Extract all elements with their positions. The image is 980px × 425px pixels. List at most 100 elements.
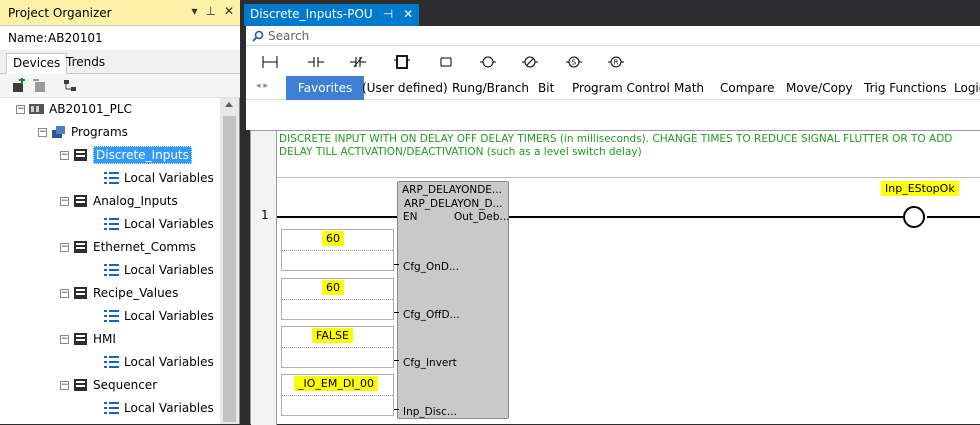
pou-icon xyxy=(74,241,87,253)
collapse-icon[interactable]: − xyxy=(60,380,69,390)
panel-title: Project Organizer xyxy=(8,6,112,20)
collapse-icon[interactable]: − xyxy=(60,288,69,298)
set-coil-icon[interactable]: S xyxy=(566,54,582,70)
scroll-up-icon[interactable] xyxy=(225,102,233,107)
close-tab-icon[interactable]: ✕ xyxy=(403,7,413,23)
negated-coil-icon[interactable] xyxy=(522,54,538,70)
function-block[interactable]: ARP_DELAYONDE... ARP_DELAYON_D... EN Out… xyxy=(397,181,510,419)
list-icon xyxy=(104,264,119,276)
tree-view-icon[interactable] xyxy=(62,78,78,94)
function-block-icon[interactable] xyxy=(394,54,410,70)
tab-rung-branch[interactable]: Rung/Branch xyxy=(452,76,529,100)
fb-pin-in4: Inp_Disc... xyxy=(403,406,457,418)
tree-node-local-variables[interactable]: Local Variables xyxy=(104,168,214,188)
operand-divider xyxy=(282,250,393,251)
collapse-icon[interactable]: − xyxy=(60,242,69,252)
pou-icon xyxy=(74,379,87,391)
rung-number-column xyxy=(251,131,277,425)
pin-tab-icon[interactable]: ⊣ xyxy=(383,7,393,23)
tree-scrollbar[interactable] xyxy=(220,98,239,424)
operand-value: _IO_EM_DI_00 xyxy=(294,376,379,391)
tree-label-local-variables: Local Variables xyxy=(124,355,214,369)
tree-node-program[interactable]: − HMI xyxy=(60,329,116,349)
collapse-icon[interactable]: − xyxy=(38,127,47,137)
tree-node-local-variables[interactable]: Local Variables xyxy=(104,306,214,326)
tab-program-control[interactable]: Program Control xyxy=(572,76,670,100)
tree-node-program[interactable]: − Analog_Inputs xyxy=(60,191,178,211)
coil-icon[interactable] xyxy=(480,54,496,70)
add-device-icon[interactable] xyxy=(10,78,26,94)
tree-node-plc[interactable]: − AB20101_PLC xyxy=(16,99,132,119)
input-operand-box[interactable]: 60 xyxy=(281,229,394,271)
fb-pin-en: EN xyxy=(403,211,418,223)
svg-text:R: R xyxy=(614,59,619,67)
coil-variable-label[interactable]: Inp_EStopOk xyxy=(881,181,959,196)
tab-discrete-inputs-pou[interactable]: Discrete_Inputs-POU ⊣ ✕ xyxy=(244,4,420,26)
input-operand-box[interactable]: FALSE xyxy=(281,326,394,368)
tree-label-programs: Programs xyxy=(71,125,128,139)
tab-favorites[interactable]: Favorites xyxy=(286,76,365,100)
tree-node-program[interactable]: − Ethernet_Comms xyxy=(60,237,196,257)
pin-icon[interactable]: ⊥ xyxy=(205,4,215,18)
pou-icon xyxy=(74,333,87,345)
scroll-thumb[interactable] xyxy=(223,116,236,422)
collapse-icon[interactable]: − xyxy=(60,334,69,344)
fb-pin-in1: Cfg_OnD... xyxy=(403,261,459,273)
tree-node-program[interactable]: − Sequencer xyxy=(60,375,157,395)
ladder-editor[interactable]: DISCRETE INPUT WITH ON DELAY OFF DELAY T… xyxy=(250,130,980,425)
remove-device-icon[interactable] xyxy=(32,78,48,94)
search-icon xyxy=(252,30,264,42)
output-coil[interactable] xyxy=(903,206,925,228)
tree-node-local-variables[interactable]: Local Variables xyxy=(104,398,214,418)
tab-user-defined[interactable]: (User defined) xyxy=(362,76,448,100)
tree-node-programs[interactable]: − Programs xyxy=(38,122,128,142)
reset-coil-icon[interactable]: R xyxy=(608,54,624,70)
input-operand-box[interactable]: _IO_EM_DI_00 xyxy=(281,374,394,416)
contact-no-icon[interactable] xyxy=(308,54,324,70)
fb-instance-label: ARP_DELAYON_D... xyxy=(404,198,503,210)
panel-toolbar xyxy=(0,74,240,98)
rung-comment[interactable]: DISCRETE INPUT WITH ON DELAY OFF DELAY T… xyxy=(279,133,979,159)
operand-divider xyxy=(282,299,393,300)
operand-divider xyxy=(282,395,393,396)
branch-icon[interactable] xyxy=(438,54,454,70)
tab-trends[interactable]: Trends xyxy=(60,53,111,74)
operand-value: 60 xyxy=(322,280,344,295)
device-tree: − AB20101_PLC − Programs − Discrete_Inpu… xyxy=(0,98,220,424)
collapse-icon[interactable]: − xyxy=(16,104,25,114)
tree-node-local-variables[interactable]: Local Variables xyxy=(104,214,214,234)
tab-compare[interactable]: Compare xyxy=(720,76,774,100)
panel-title-bar: Project Organizer ▾ ⊥ ✕ xyxy=(0,0,240,26)
collapse-icon[interactable]: − xyxy=(60,150,69,160)
tab-trig-functions[interactable]: Trig Functions xyxy=(864,76,947,100)
contact-nc-icon[interactable] xyxy=(350,54,366,70)
tree-node-local-variables[interactable]: Local Variables xyxy=(104,260,214,280)
tab-devices[interactable]: Devices xyxy=(6,53,68,74)
operand-divider xyxy=(282,347,393,348)
tab-move-copy[interactable]: Move/Copy xyxy=(786,76,853,100)
tree-node-program[interactable]: − Discrete_Inputs xyxy=(60,145,192,165)
pou-icon xyxy=(74,287,87,299)
close-icon[interactable]: ✕ xyxy=(224,4,234,18)
tree-node-program[interactable]: − Recipe_Values xyxy=(60,283,178,303)
list-icon xyxy=(104,218,119,230)
input-operand-box[interactable]: 60 xyxy=(281,278,394,320)
rung-icon[interactable] xyxy=(262,54,278,70)
toolbox-search[interactable]: Search xyxy=(246,26,980,46)
dropdown-icon[interactable]: ▾ xyxy=(191,4,197,18)
search-input[interactable]: Search xyxy=(268,29,309,43)
collapse-icon[interactable]: − xyxy=(60,196,69,206)
scroll-arrows-icon[interactable]: ◂ ▸ xyxy=(256,81,268,91)
list-icon xyxy=(104,402,119,414)
list-icon xyxy=(104,356,119,368)
tab-bit[interactable]: Bit xyxy=(538,76,554,100)
tab-logic[interactable]: Logic xyxy=(954,76,980,100)
operand-value: 60 xyxy=(322,231,344,246)
rung-wire-right xyxy=(927,216,980,218)
panel-tabs: Devices Trends xyxy=(0,50,240,74)
fb-pin-in3: Cfg_Invert xyxy=(403,357,457,369)
svg-text:S: S xyxy=(572,59,577,67)
list-icon xyxy=(104,310,119,322)
tree-node-local-variables[interactable]: Local Variables xyxy=(104,352,214,372)
tab-math[interactable]: Math xyxy=(674,76,704,100)
